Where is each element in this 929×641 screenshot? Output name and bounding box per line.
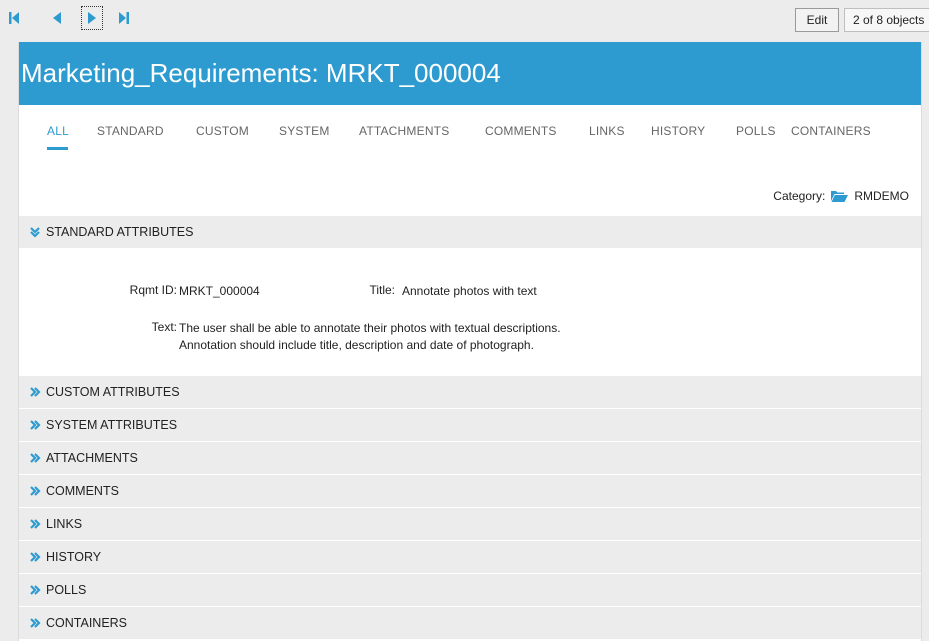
text-label: Text: bbox=[151, 320, 177, 334]
section-custom-attributes[interactable]: CUSTOM ATTRIBUTES bbox=[19, 376, 921, 409]
category-value[interactable]: RMDEMO bbox=[854, 189, 909, 203]
section-polls[interactable]: POLLS bbox=[19, 574, 921, 607]
record-toolbar: Edit 2 of 8 objects bbox=[0, 0, 929, 36]
edit-button[interactable]: Edit bbox=[795, 8, 839, 32]
tab-comments[interactable]: COMMENTS bbox=[485, 124, 557, 138]
chevron-double-right-icon bbox=[29, 452, 41, 464]
text-value-line-1: The user shall be able to annotate their… bbox=[179, 321, 561, 335]
tab-custom[interactable]: CUSTOM bbox=[196, 124, 249, 138]
tab-attachments[interactable]: ATTACHMENTS bbox=[359, 124, 449, 138]
chevron-double-right-icon bbox=[29, 551, 41, 563]
chevron-double-right-icon bbox=[29, 386, 41, 398]
chevron-double-right-icon bbox=[29, 584, 41, 596]
standard-attributes-body: Rqmt ID: MRKT_000004 Title: Annotate pho… bbox=[19, 249, 921, 376]
rqmt-id-label: Rqmt ID: bbox=[129, 283, 177, 297]
tab-polls[interactable]: POLLS bbox=[736, 124, 776, 138]
tab-containers[interactable]: CONTAINERS bbox=[791, 124, 871, 138]
section-history[interactable]: HISTORY bbox=[19, 541, 921, 574]
category-bar: Category: RMDEMO bbox=[19, 168, 921, 216]
next-record-button[interactable] bbox=[81, 6, 103, 30]
first-record-button[interactable] bbox=[4, 7, 24, 29]
previous-record-icon bbox=[53, 12, 61, 24]
title-value: Annotate photos with text bbox=[402, 284, 537, 298]
tab-links[interactable]: LINKS bbox=[589, 124, 625, 138]
section-links[interactable]: LINKS bbox=[19, 508, 921, 541]
rqmt-id-value: MRKT_000004 bbox=[179, 284, 260, 298]
tab-bar: ALL STANDARD CUSTOM SYSTEM ATTACHMENTS C… bbox=[19, 105, 921, 168]
section-comments[interactable]: COMMENTS bbox=[19, 475, 921, 508]
chevron-double-right-icon bbox=[29, 617, 41, 629]
chevron-double-right-icon bbox=[29, 419, 41, 431]
section-standard-attributes[interactable]: STANDARD ATTRIBUTES bbox=[19, 216, 921, 249]
tab-standard[interactable]: STANDARD bbox=[97, 124, 164, 138]
tab-system[interactable]: SYSTEM bbox=[279, 124, 330, 138]
section-label: LINKS bbox=[46, 517, 83, 531]
section-label: POLLS bbox=[46, 583, 87, 597]
chevron-double-right-icon bbox=[29, 518, 41, 530]
record-counter: 2 of 8 objects bbox=[844, 8, 929, 32]
section-label: CUSTOM ATTRIBUTES bbox=[46, 385, 180, 399]
chevron-double-down-icon bbox=[29, 226, 41, 238]
category-label: Category: bbox=[773, 189, 826, 203]
active-tab-indicator bbox=[47, 147, 68, 150]
section-label: HISTORY bbox=[46, 550, 102, 564]
page-title: Marketing_Requirements: MRKT_000004 bbox=[19, 42, 921, 105]
section-attachments[interactable]: ATTACHMENTS bbox=[19, 442, 921, 475]
text-value-line-2: Annotation should include title, descrip… bbox=[179, 338, 534, 352]
record-panel: Marketing_Requirements: MRKT_000004 ALL … bbox=[18, 42, 922, 641]
folder-open-icon bbox=[831, 190, 849, 202]
title-label: Title: bbox=[369, 283, 395, 297]
section-label: STANDARD ATTRIBUTES bbox=[46, 225, 194, 239]
tab-history[interactable]: HISTORY bbox=[651, 124, 705, 138]
section-label: COMMENTS bbox=[46, 484, 119, 498]
chevron-double-right-icon bbox=[29, 485, 41, 497]
tab-all[interactable]: ALL bbox=[47, 124, 69, 138]
section-system-attributes[interactable]: SYSTEM ATTRIBUTES bbox=[19, 409, 921, 442]
last-record-icon bbox=[119, 12, 129, 24]
last-record-button[interactable] bbox=[114, 7, 134, 29]
previous-record-button[interactable] bbox=[47, 7, 67, 29]
section-label: ATTACHMENTS bbox=[46, 451, 138, 465]
section-containers[interactable]: CONTAINERS bbox=[19, 607, 921, 640]
section-label: CONTAINERS bbox=[46, 616, 128, 630]
section-label: SYSTEM ATTRIBUTES bbox=[46, 418, 178, 432]
next-record-icon bbox=[88, 12, 96, 24]
category-row: Category: RMDEMO bbox=[773, 189, 909, 203]
first-record-icon bbox=[9, 12, 19, 24]
